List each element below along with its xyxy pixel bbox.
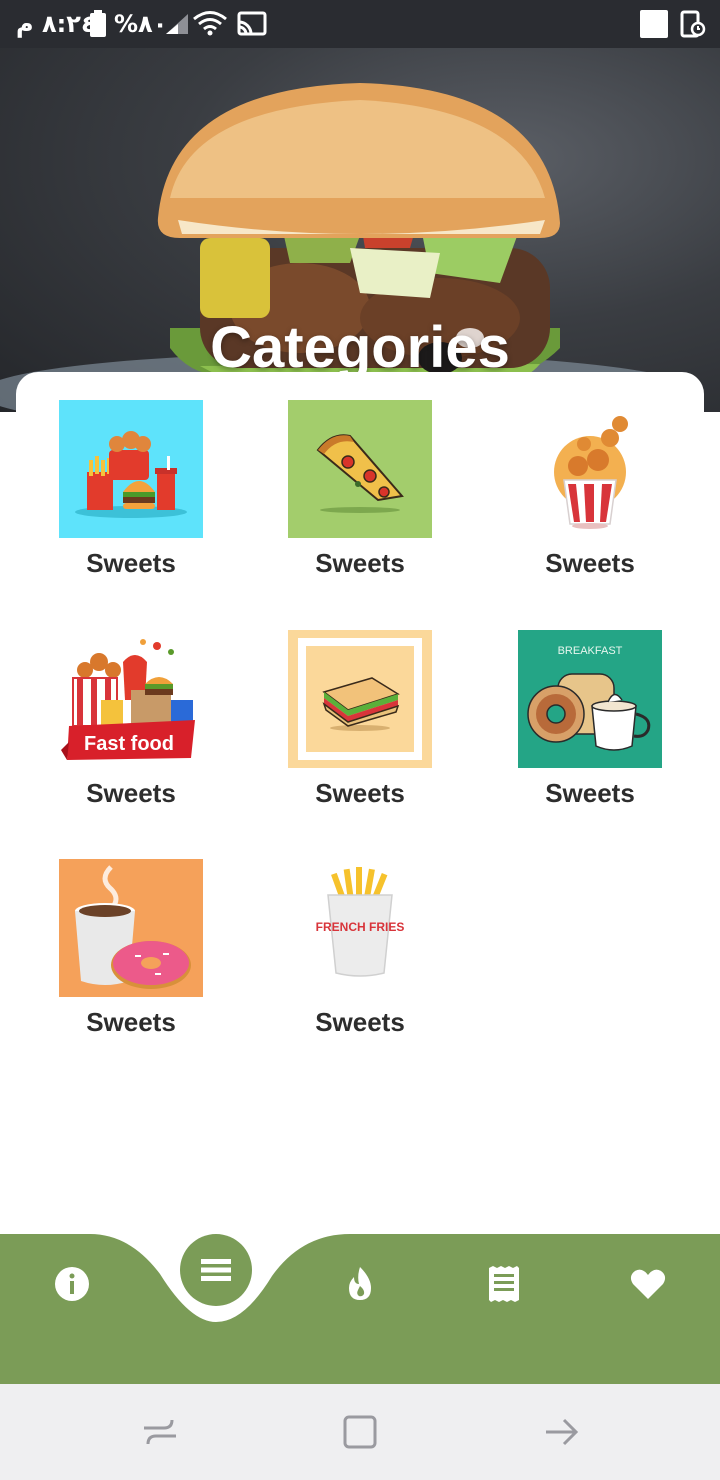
category-card[interactable]: Fast food Sweets xyxy=(31,630,231,830)
coffee-donut-icon xyxy=(59,859,203,997)
category-card[interactable]: FRENCH FRIES Sweets xyxy=(260,859,460,1059)
nav-favorites[interactable] xyxy=(618,1254,678,1314)
sandwich-icon xyxy=(288,630,432,768)
hero-banner: Categories xyxy=(0,48,720,416)
category-card[interactable]: Sweets xyxy=(31,859,231,1059)
french-fries-icon: FRENCH FRIES xyxy=(288,859,432,997)
battery-percent: %٨٠ xyxy=(114,10,168,38)
category-label: Sweets xyxy=(86,778,176,808)
status-bar: ٨:٢٤ م %٨٠ xyxy=(0,0,720,48)
category-card[interactable]: BREAKFAST Sweets xyxy=(490,630,690,830)
breakfast-donut-coffee-icon: BREAKFAST xyxy=(518,630,662,768)
category-label: Sweets xyxy=(86,548,176,578)
category-label: Sweets xyxy=(315,778,405,808)
back-icon[interactable] xyxy=(540,1410,584,1454)
category-label: Sweets xyxy=(545,548,635,578)
wifi-icon xyxy=(193,11,227,36)
home-icon[interactable] xyxy=(338,1410,382,1454)
cast-icon xyxy=(237,11,267,36)
nav-menu[interactable] xyxy=(180,1234,252,1306)
category-card[interactable]: Sweets xyxy=(260,630,460,830)
notification-square-icon xyxy=(640,10,668,38)
category-label: Sweets xyxy=(315,1007,405,1037)
fast-food-banner-icon: Fast food xyxy=(59,630,203,768)
breakfast-text: BREAKFAST xyxy=(558,645,623,657)
nav-orders[interactable] xyxy=(474,1254,534,1314)
category-label: Sweets xyxy=(315,548,405,578)
fast-food-banner-text: Fast food xyxy=(84,733,174,755)
bottom-navigation xyxy=(0,1234,720,1384)
menu-icon xyxy=(201,1259,231,1281)
category-label: Sweets xyxy=(86,1007,176,1037)
nav-info[interactable] xyxy=(42,1254,102,1314)
french-fries-text: FRENCH FRIES xyxy=(316,920,405,934)
system-navigation-bar xyxy=(0,1384,720,1480)
signal-icon xyxy=(166,14,188,34)
receipt-icon xyxy=(489,1266,519,1302)
screen-time-icon xyxy=(680,10,706,38)
category-card[interactable]: Sweets xyxy=(260,400,460,600)
category-card[interactable]: Sweets xyxy=(490,400,690,600)
recent-apps-icon[interactable] xyxy=(138,1410,182,1454)
battery-icon xyxy=(90,10,106,37)
fire-icon xyxy=(349,1267,371,1300)
info-icon xyxy=(55,1267,89,1301)
category-card[interactable]: Sweets xyxy=(31,400,231,600)
category-label: Sweets xyxy=(545,778,635,808)
pizza-slice-icon xyxy=(288,400,432,538)
status-time: ٨:٢٤ م xyxy=(16,10,96,38)
page-title: Categories xyxy=(210,315,510,380)
fast-food-meal-icon xyxy=(59,400,203,538)
fried-chicken-bucket-icon xyxy=(518,400,662,538)
nav-trending[interactable] xyxy=(330,1254,390,1314)
heart-icon xyxy=(630,1269,666,1299)
